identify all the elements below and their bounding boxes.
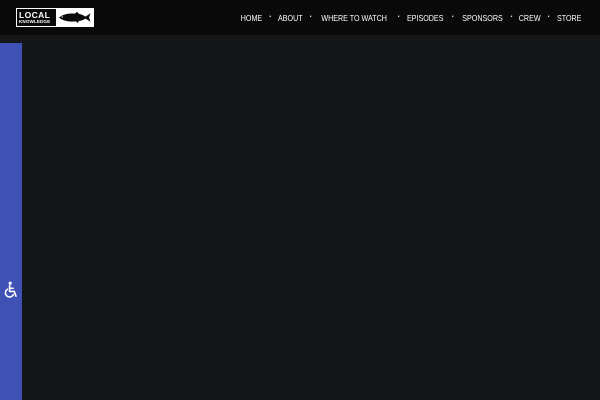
nav-separator: •	[451, 14, 454, 20]
fish-icon	[58, 11, 90, 23]
wheelchair-icon	[4, 281, 17, 298]
nav-item-store[interactable]: STORE	[557, 13, 581, 23]
logo-line-knowledge: KNOWLEDGE	[19, 18, 51, 24]
nav-separator: •	[547, 14, 550, 20]
nav-item-crew[interactable]: CREW	[519, 13, 541, 23]
logo-fish-box	[56, 9, 93, 26]
nav-item-episodes[interactable]: EPISODES	[407, 13, 443, 23]
accessibility-toolbar	[0, 43, 22, 400]
logo-text: LOCAL KNOWLEDGE	[17, 9, 56, 26]
page: LOCAL KNOWLEDGE HOME • ABOUT • WHERE TO …	[0, 0, 600, 400]
nav-item-home[interactable]: HOME	[241, 13, 262, 23]
nav-item-sponsors[interactable]: SPONSORS	[462, 13, 502, 23]
hero-section	[22, 35, 600, 400]
nav-item-about[interactable]: ABOUT	[278, 13, 303, 23]
nav-separator: •	[309, 14, 312, 20]
site-logo[interactable]: LOCAL KNOWLEDGE	[16, 8, 94, 27]
accessibility-toggle-button[interactable]	[3, 281, 19, 299]
site-header: LOCAL KNOWLEDGE HOME • ABOUT • WHERE TO …	[0, 0, 600, 35]
nav-separator: •	[269, 14, 272, 20]
nav-separator: •	[397, 14, 400, 20]
main-nav: HOME • ABOUT • WHERE TO WATCH • EPISODES…	[239, 0, 583, 35]
nav-item-where-to-watch[interactable]: WHERE TO WATCH	[322, 13, 388, 23]
nav-separator: •	[510, 14, 513, 20]
logo-line-local: LOCAL	[19, 9, 51, 20]
